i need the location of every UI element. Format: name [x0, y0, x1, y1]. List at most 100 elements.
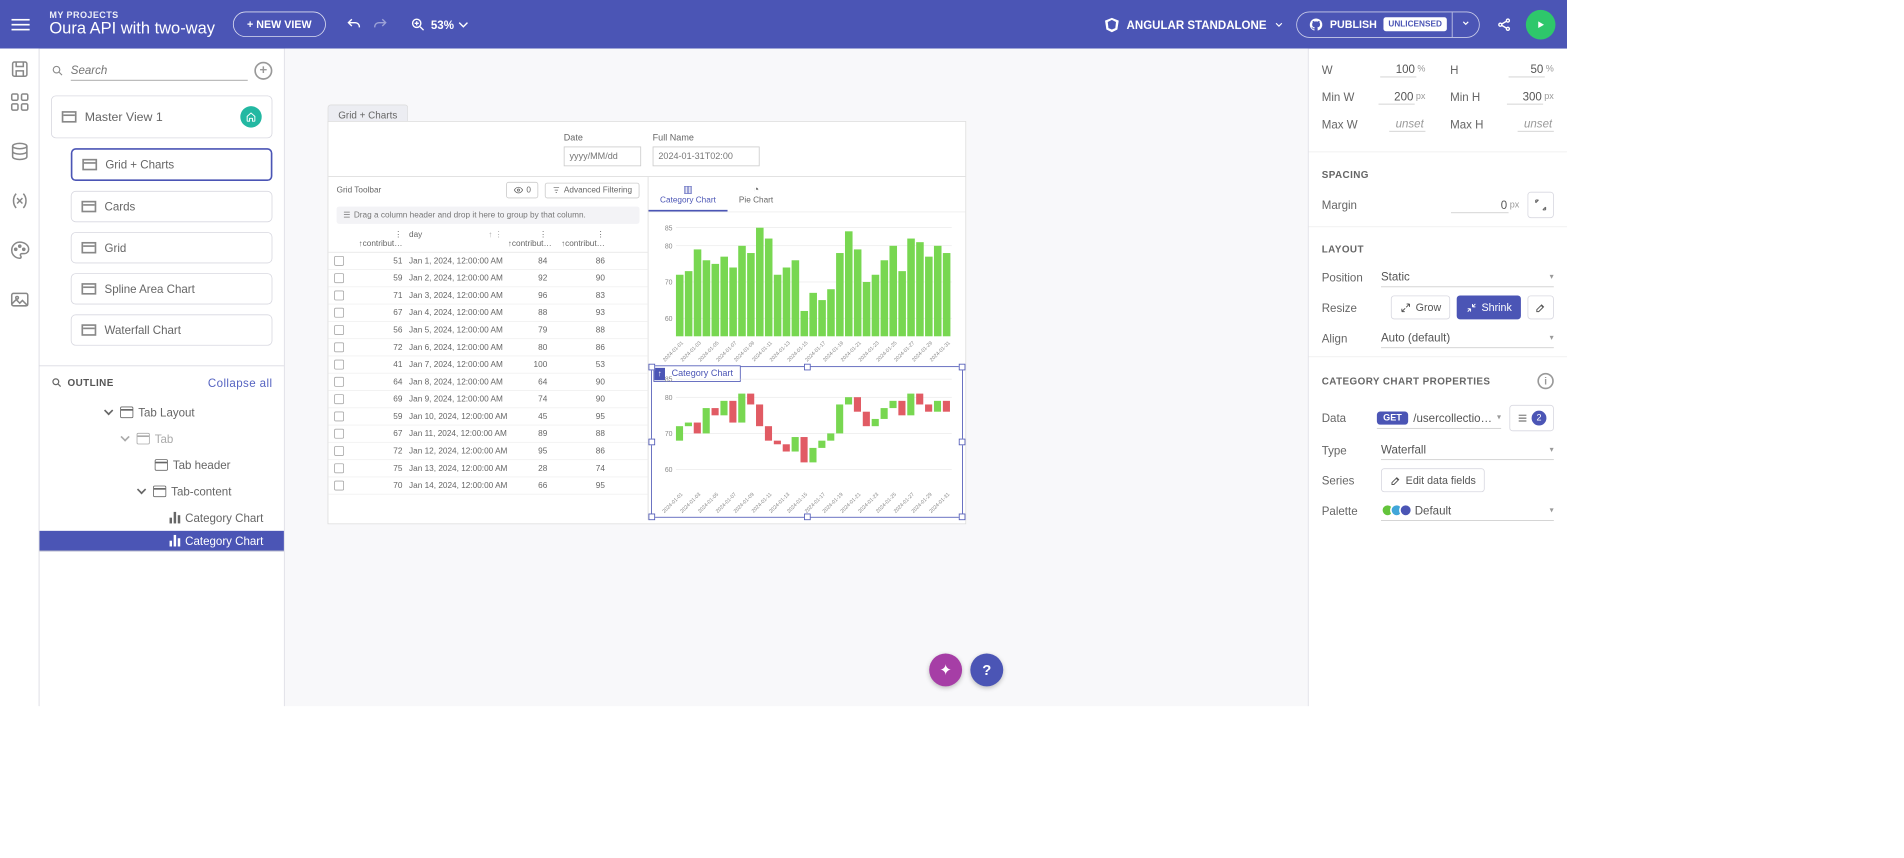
tree-tab-layout[interactable]: Tab Layout: [40, 399, 284, 425]
tree-tab-content[interactable]: Tab-content: [40, 478, 284, 504]
menu-icon[interactable]: [12, 19, 42, 31]
minh-input[interactable]: [1507, 89, 1543, 105]
data-select[interactable]: GET /usercollectio…▾: [1377, 408, 1502, 429]
view-card[interactable]: Spline Area Chart: [71, 273, 273, 304]
data-fields-button[interactable]: 2: [1509, 405, 1553, 431]
redo-icon[interactable]: [367, 11, 393, 37]
tree-tab-header[interactable]: Tab header: [40, 452, 284, 478]
layout-icon: [62, 111, 77, 123]
save-icon[interactable]: [9, 58, 30, 79]
table-row[interactable]: 70Jan 14, 2024, 12:00:00 AM6695: [328, 477, 647, 494]
tree-category-chart-2[interactable]: Category Chart: [40, 531, 284, 552]
share-icon[interactable]: [1491, 11, 1517, 37]
grid-panel: Grid Toolbar 0 Advanced Filtering ☰Drag …: [328, 177, 648, 520]
view-card[interactable]: Grid + Charts: [71, 148, 273, 181]
angular-icon: [1104, 16, 1120, 32]
zoom-icon[interactable]: [405, 11, 431, 37]
publish-group: PUBLISH UNLICENSED: [1296, 11, 1480, 37]
zoom-level[interactable]: 53%: [431, 18, 454, 31]
view-card[interactable]: Waterfall Chart: [71, 314, 273, 345]
publish-dropdown[interactable]: [1452, 12, 1479, 37]
publish-button[interactable]: PUBLISH UNLICENSED: [1297, 13, 1452, 36]
table-row[interactable]: 59Jan 2, 2024, 12:00:00 AM9290: [328, 270, 647, 287]
tree-tab[interactable]: Tab: [40, 425, 284, 451]
chart-icon: [170, 512, 181, 524]
theme-icon[interactable]: [9, 239, 30, 260]
adv-filter-button[interactable]: Advanced Filtering: [545, 182, 640, 198]
grow-button[interactable]: Grow: [1391, 295, 1450, 319]
chevron-down-icon[interactable]: [454, 11, 472, 37]
table-row[interactable]: 59Jan 10, 2024, 12:00:00 AM4595: [328, 408, 647, 425]
image-icon[interactable]: [9, 289, 30, 310]
edit-series-button[interactable]: Edit data fields: [1381, 468, 1485, 492]
table-row[interactable]: 64Jan 8, 2024, 12:00:00 AM6490: [328, 374, 647, 391]
visibility-button[interactable]: 0: [506, 182, 539, 198]
variables-icon[interactable]: [9, 190, 30, 211]
search-input[interactable]: [71, 60, 248, 81]
view-card[interactable]: Cards: [71, 191, 273, 222]
date-input[interactable]: [564, 146, 641, 166]
maxw-input[interactable]: [1389, 116, 1425, 132]
chevron-down-icon: [122, 434, 132, 444]
view-card[interactable]: Grid: [71, 232, 273, 263]
undo-icon[interactable]: [340, 11, 366, 37]
chart-2-selected[interactable]: ↑Category Chart 607080852024-01-012024-0…: [652, 367, 962, 517]
table-row[interactable]: 56Jan 5, 2024, 12:00:00 AM7988: [328, 322, 647, 339]
ai-button[interactable]: ✦: [929, 653, 962, 686]
table-row[interactable]: 69Jan 9, 2024, 12:00:00 AM7490: [328, 391, 647, 408]
date-field: Date: [564, 133, 641, 166]
platform-picker[interactable]: ANGULAR STANDALONE: [1104, 16, 1285, 32]
info-icon[interactable]: i: [1537, 373, 1553, 389]
outline-panel: OUTLINE Collapse all Tab Layout Tab Tab …: [40, 365, 284, 706]
align-select[interactable]: Auto (default)▾: [1381, 328, 1554, 349]
canvas[interactable]: Grid + Charts Date Full Name Grid Toolba…: [285, 49, 1308, 707]
maxh-input[interactable]: [1518, 116, 1554, 132]
svg-text:85: 85: [665, 377, 673, 384]
tree-category-chart-1[interactable]: Category Chart: [40, 504, 284, 530]
chart-1[interactable]: 607080852024-01-012024-01-032024-01-0520…: [652, 216, 962, 366]
svg-text:70: 70: [665, 431, 673, 438]
table-row[interactable]: 71Jan 3, 2024, 12:00:00 AM9683: [328, 287, 647, 304]
type-select[interactable]: Waterfall▾: [1381, 439, 1554, 460]
app-header: MY PROJECTS Oura API with two-way + NEW …: [0, 0, 1567, 49]
margin-expand-button[interactable]: [1527, 192, 1553, 218]
width-input[interactable]: [1380, 62, 1416, 78]
chart-panel: ▥Category Chart ◔Pie Chart 607080852024-…: [649, 177, 966, 520]
layout-icon: [155, 459, 168, 471]
components-icon[interactable]: [9, 91, 30, 112]
search-icon: [51, 64, 64, 77]
help-button[interactable]: ?: [970, 653, 1003, 686]
position-select[interactable]: Static▾: [1381, 267, 1554, 288]
shrink-button[interactable]: Shrink: [1457, 295, 1521, 319]
table-row[interactable]: 75Jan 13, 2024, 12:00:00 AM2874: [328, 460, 647, 477]
add-view-button[interactable]: +: [254, 61, 272, 79]
table-row[interactable]: 72Jan 12, 2024, 12:00:00 AM9586: [328, 443, 647, 460]
grid-header: ⋮ ↑contribut… day ↑ ⋮ ⋮ ↑contribut… ⋮ ↑c…: [328, 227, 647, 253]
new-view-button[interactable]: + NEW VIEW: [233, 12, 325, 38]
table-row[interactable]: 72Jan 6, 2024, 12:00:00 AM8086: [328, 339, 647, 356]
preview-button[interactable]: [1526, 9, 1556, 39]
svg-text:80: 80: [665, 395, 673, 402]
layout-icon: [153, 486, 166, 498]
table-row[interactable]: 67Jan 11, 2024, 12:00:00 AM8988: [328, 425, 647, 442]
collapse-all-button[interactable]: Collapse all: [208, 376, 273, 389]
database-icon[interactable]: [9, 141, 30, 162]
tab-pie-chart[interactable]: ◔Pie Chart: [727, 182, 784, 212]
properties-panel: W% Min Wpx Max W H% Min Hpx Max H SPACIN…: [1308, 49, 1567, 707]
breadcrumb[interactable]: MY PROJECTS: [49, 10, 215, 20]
master-view-card[interactable]: Master View 1: [51, 95, 272, 138]
margin-input[interactable]: [1451, 197, 1509, 213]
height-input[interactable]: [1509, 62, 1545, 78]
fullname-input[interactable]: [653, 146, 760, 166]
tab-category-chart[interactable]: ▥Category Chart: [649, 182, 728, 212]
views-list[interactable]: Master View 1 Grid + Charts Cards Grid Spli…: [40, 87, 284, 365]
grid-body[interactable]: 51Jan 1, 2024, 12:00:00 AM848659Jan 2, 2…: [328, 253, 647, 520]
table-row[interactable]: 67Jan 4, 2024, 12:00:00 AM8893: [328, 305, 647, 322]
resize-edit-button[interactable]: [1527, 295, 1553, 319]
palette-select[interactable]: Default▾: [1381, 500, 1554, 521]
table-row[interactable]: 51Jan 1, 2024, 12:00:00 AM8486: [328, 253, 647, 270]
minw-input[interactable]: [1379, 89, 1415, 105]
home-icon[interactable]: [240, 106, 261, 127]
table-row[interactable]: 41Jan 7, 2024, 12:00:00 AM10053: [328, 356, 647, 373]
group-hint[interactable]: ☰Drag a column header and drop it here t…: [337, 207, 640, 224]
